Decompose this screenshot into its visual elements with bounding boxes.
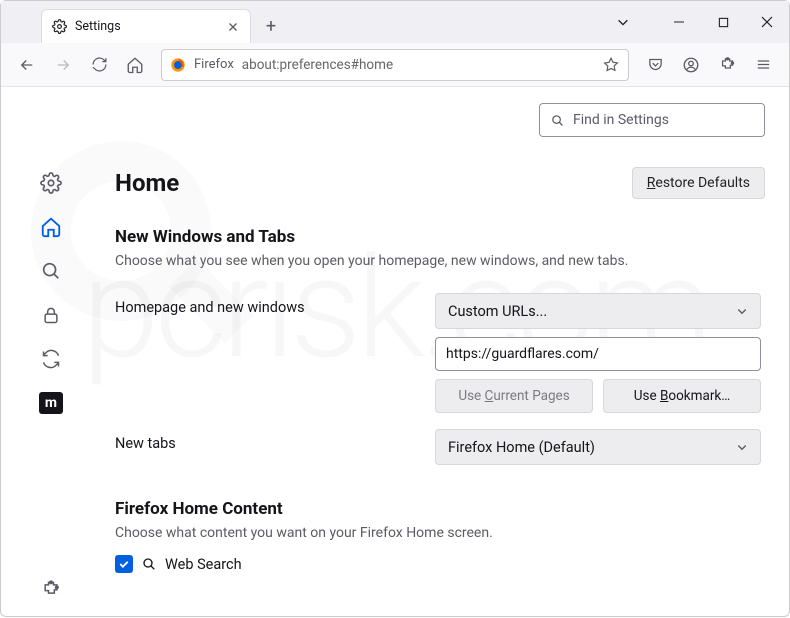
section-desc-new-windows: Choose what you see when you open your h… — [115, 253, 765, 269]
bookmark-star-icon[interactable] — [602, 56, 620, 74]
newtabs-label: New tabs — [115, 429, 435, 452]
account-button[interactable] — [675, 49, 707, 81]
sidebar-sync-icon[interactable] — [40, 348, 62, 370]
settings-main: Find in Settings Home Restore Defaults N… — [101, 87, 789, 618]
tab-bar: Settings + — [1, 1, 789, 43]
forward-button[interactable] — [47, 49, 79, 81]
search-icon — [141, 556, 157, 572]
homepage-label: Homepage and new windows — [115, 293, 435, 316]
sidebar-more-mozilla-icon[interactable]: m — [39, 392, 63, 414]
close-icon[interactable] — [226, 20, 240, 34]
tabs-dropdown-button[interactable] — [609, 3, 637, 41]
browser-tab-settings[interactable]: Settings — [41, 9, 251, 43]
web-search-checkbox[interactable] — [115, 555, 133, 573]
select-value: Custom URLs... — [448, 303, 547, 320]
homepage-url-input[interactable]: https://guardflares.com/ — [435, 337, 761, 371]
find-in-settings-input[interactable]: Find in Settings — [539, 103, 765, 137]
pocket-button[interactable] — [639, 49, 671, 81]
use-bookmark-button[interactable]: Use Bookmark… — [603, 379, 761, 413]
close-window-button[interactable] — [745, 3, 789, 41]
back-button[interactable] — [11, 49, 43, 81]
chevron-down-icon — [736, 441, 748, 453]
homepage-url-value: https://guardflares.com/ — [446, 346, 599, 362]
section-heading-new-windows: New Windows and Tabs — [115, 227, 765, 247]
sidebar-general-icon[interactable] — [40, 172, 62, 194]
reload-button[interactable] — [83, 49, 115, 81]
extensions-button[interactable] — [711, 49, 743, 81]
homepage-mode-select[interactable]: Custom URLs... — [435, 293, 761, 329]
select-value: Firefox Home (Default) — [448, 439, 595, 456]
web-search-label: Web Search — [165, 556, 242, 573]
gear-icon — [52, 19, 67, 34]
section-desc-home-content: Choose what content you want on your Fir… — [115, 525, 765, 541]
url-identity-label: Firefox — [194, 57, 234, 72]
section-heading-home-content: Firefox Home Content — [115, 499, 765, 519]
url-bar[interactable]: Firefox about:preferences#home — [161, 49, 629, 81]
new-tab-button[interactable]: + — [257, 12, 285, 40]
app-menu-button[interactable] — [747, 49, 779, 81]
chevron-down-icon — [736, 305, 748, 317]
tab-title: Settings — [75, 19, 121, 34]
sidebar-search-icon[interactable] — [40, 260, 62, 282]
use-current-pages-button[interactable]: Use Current Pages — [435, 379, 593, 413]
home-button[interactable] — [119, 49, 151, 81]
search-placeholder: Find in Settings — [573, 112, 669, 128]
window-controls — [609, 1, 789, 43]
settings-sidebar: m — [1, 87, 101, 618]
navigation-toolbar: Firefox about:preferences#home — [1, 43, 789, 87]
restore-defaults-button[interactable]: Restore Defaults — [632, 167, 765, 199]
maximize-button[interactable] — [701, 3, 745, 41]
sidebar-extensions-icon[interactable] — [40, 578, 62, 600]
sidebar-home-icon[interactable] — [40, 216, 62, 238]
sidebar-privacy-icon[interactable] — [40, 304, 62, 326]
minimize-button[interactable] — [657, 3, 701, 41]
page-title: Home — [115, 169, 179, 197]
newtabs-mode-select[interactable]: Firefox Home (Default) — [435, 429, 761, 465]
firefox-logo-icon — [170, 57, 186, 73]
url-address: about:preferences#home — [242, 57, 594, 73]
